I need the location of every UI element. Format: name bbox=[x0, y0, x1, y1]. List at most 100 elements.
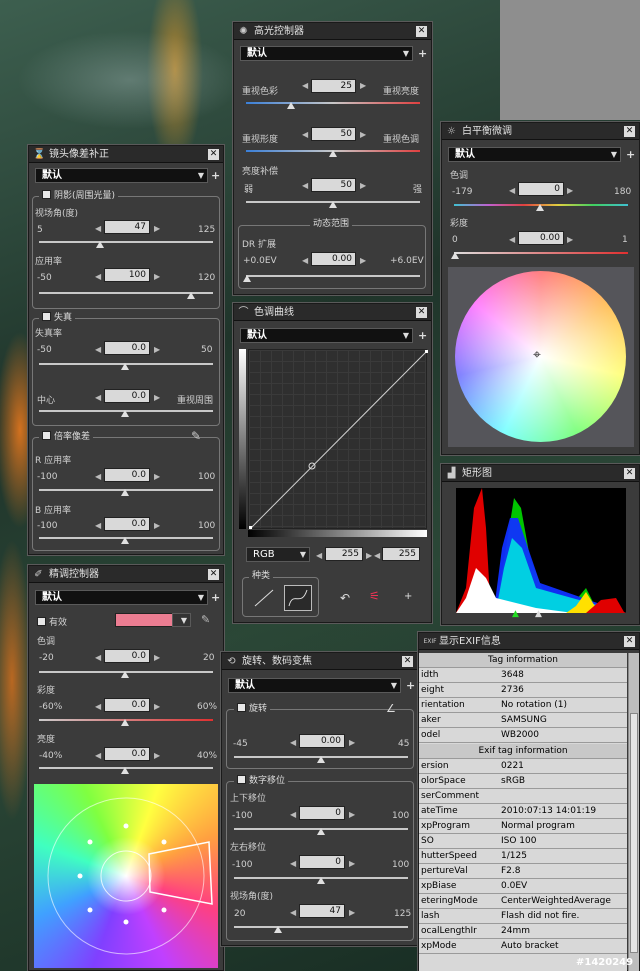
close-icon[interactable]: ✕ bbox=[416, 26, 427, 37]
slider-thumb[interactable] bbox=[536, 204, 544, 211]
r-value[interactable]: 0.0 bbox=[104, 468, 150, 482]
dropper-icon[interactable]: ✎ bbox=[201, 613, 210, 626]
black-point-marker[interactable]: ▲ bbox=[512, 609, 519, 619]
add-preset-icon[interactable]: + bbox=[418, 48, 427, 59]
close-icon[interactable]: ✕ bbox=[402, 656, 413, 667]
dr-slider[interactable] bbox=[246, 275, 420, 277]
scroll-thumb[interactable] bbox=[630, 713, 638, 953]
center-value[interactable]: 0.0 bbox=[104, 389, 150, 403]
b-value[interactable]: 0.0 bbox=[104, 517, 150, 531]
rotate-titlebar[interactable]: ⟲ 旋转、数码变焦 ✕ bbox=[222, 653, 417, 670]
fov-value[interactable]: 47 bbox=[104, 220, 150, 234]
distortion-checkbox[interactable]: 失真 bbox=[39, 312, 76, 324]
histogram-titlebar[interactable]: ▟ 矩形图 ✕ bbox=[442, 465, 639, 482]
rotate-title: 旋转、数码变焦 bbox=[242, 656, 312, 667]
slider-thumb[interactable] bbox=[451, 252, 459, 259]
slider-thumb[interactable] bbox=[274, 926, 282, 933]
close-icon[interactable]: ✕ bbox=[624, 636, 635, 647]
wb-titlebar[interactable]: ☼ 白平衡微调 ✕ bbox=[442, 123, 639, 140]
curve-graph[interactable] bbox=[248, 349, 428, 530]
add-point-icon[interactable]: + bbox=[404, 591, 412, 602]
lens-titlebar[interactable]: ⌛ 镜头像差补正 ✕ bbox=[29, 146, 223, 163]
channel-select[interactable]: RGB ▼ bbox=[246, 547, 310, 562]
tone-curve-titlebar[interactable]: ⌒ 色调曲线 ✕ bbox=[234, 304, 431, 321]
highlight-titlebar[interactable]: ✺ 高光控制器 ✕ bbox=[234, 23, 431, 40]
color-priority-slider[interactable] bbox=[246, 102, 420, 104]
highlight-preset-select[interactable]: 默认 ▼ bbox=[240, 46, 413, 61]
fine-saturation-value[interactable]: 0.0 bbox=[104, 698, 150, 712]
swatch-dropdown[interactable]: ▼ bbox=[172, 613, 191, 627]
saturation-priority-value[interactable]: 50 bbox=[311, 127, 356, 141]
slider-thumb[interactable] bbox=[287, 102, 295, 109]
fine-titlebar[interactable]: ✐ 精调控制器 ✕ bbox=[29, 566, 223, 583]
exif-scrollbar[interactable] bbox=[628, 653, 639, 971]
curve-preset-select[interactable]: 默认 ▼ bbox=[240, 328, 413, 343]
input-value[interactable]: 255 bbox=[325, 547, 363, 561]
lens-preset-select[interactable]: 默认 ▼ bbox=[35, 168, 208, 183]
fov-slider[interactable] bbox=[39, 241, 213, 243]
dropper-icon[interactable]: ✎ bbox=[191, 429, 201, 443]
wb-preset-select[interactable]: 默认 ▼ bbox=[448, 147, 621, 162]
exif-row: eight 2736 bbox=[419, 683, 627, 698]
horizontal-value[interactable]: 0 bbox=[299, 855, 345, 869]
shift-checkbox[interactable]: 数字移位 bbox=[234, 775, 289, 787]
close-icon[interactable]: ✕ bbox=[624, 126, 635, 137]
dr-value[interactable]: 0.00 bbox=[311, 252, 356, 266]
brightness-comp-value[interactable]: 50 bbox=[311, 178, 356, 192]
add-preset-icon[interactable]: + bbox=[211, 170, 220, 181]
rotate-value[interactable]: 0.00 bbox=[299, 734, 345, 748]
slider-thumb[interactable] bbox=[121, 767, 129, 774]
luminance-value[interactable]: 0.0 bbox=[104, 747, 150, 761]
slider-thumb[interactable] bbox=[121, 410, 129, 417]
vertical-value[interactable]: 0 bbox=[299, 806, 345, 820]
angle-icon[interactable]: ∠ bbox=[386, 702, 396, 715]
slider-thumb[interactable] bbox=[317, 877, 325, 884]
hue-value[interactable]: 0.0 bbox=[104, 649, 150, 663]
slider-thumb[interactable] bbox=[96, 241, 104, 248]
add-preset-icon[interactable]: + bbox=[418, 330, 427, 341]
fine-color-wheel[interactable] bbox=[34, 784, 218, 968]
saturation-value[interactable]: 0.00 bbox=[518, 231, 564, 245]
rate-value[interactable]: 100 bbox=[104, 268, 150, 282]
add-preset-icon[interactable]: + bbox=[211, 592, 220, 603]
slider-thumb[interactable] bbox=[317, 756, 325, 763]
slider-thumb[interactable] bbox=[187, 292, 195, 299]
linear-curve-icon[interactable] bbox=[250, 585, 278, 611]
close-icon[interactable]: ✕ bbox=[208, 569, 219, 580]
add-preset-icon[interactable]: + bbox=[626, 149, 635, 160]
rotate-panel: ⟲ 旋转、数码变焦 ✕ 默认 ▼ + 旋转 ∠ -45 45 ◀ 0.00 ▶ 数字移位 … bbox=[220, 651, 419, 947]
rotate-preset-select[interactable]: 默认 ▼ bbox=[228, 678, 401, 693]
fine-preset-select[interactable]: 默认 ▼ bbox=[35, 590, 208, 605]
distortion-value[interactable]: 0.0 bbox=[104, 341, 150, 355]
chromatic-checkbox[interactable]: 倍率像差 bbox=[39, 431, 94, 443]
white-point-marker[interactable]: ▲ bbox=[535, 609, 542, 619]
slider-thumb[interactable] bbox=[317, 828, 325, 835]
add-preset-icon[interactable]: + bbox=[406, 680, 415, 691]
crosshair-icon[interactable]: ⌖ bbox=[533, 347, 541, 363]
exif-titlebar[interactable]: EXIF 显示EXIF信息 ✕ bbox=[419, 633, 639, 650]
slider-thumb[interactable] bbox=[329, 201, 337, 208]
enabled-checkbox[interactable]: 有效 bbox=[37, 615, 67, 628]
zoom-fov-slider[interactable] bbox=[234, 926, 408, 928]
color-priority-value[interactable]: 25 bbox=[311, 79, 356, 93]
saturation-slider[interactable] bbox=[454, 252, 628, 254]
slider-thumb[interactable] bbox=[329, 150, 337, 157]
slider-thumb[interactable] bbox=[121, 489, 129, 496]
slider-thumb[interactable] bbox=[243, 275, 251, 282]
close-icon[interactable]: ✕ bbox=[624, 468, 635, 479]
close-icon[interactable]: ✕ bbox=[416, 307, 427, 318]
vignette-checkbox[interactable]: 阴影(周围光量) bbox=[39, 190, 119, 202]
slider-thumb[interactable] bbox=[121, 671, 129, 678]
output-value[interactable]: 255 bbox=[382, 547, 420, 561]
rotate-checkbox[interactable]: 旋转 bbox=[234, 703, 271, 715]
tint-value[interactable]: 0 bbox=[518, 182, 564, 196]
slider-thumb[interactable] bbox=[121, 363, 129, 370]
auto-curve-icon[interactable]: ⚟ bbox=[369, 589, 380, 603]
slider-thumb[interactable] bbox=[121, 719, 129, 726]
slider-thumb[interactable] bbox=[121, 537, 129, 544]
smooth-curve-icon[interactable] bbox=[284, 585, 312, 611]
zoom-fov-value[interactable]: 47 bbox=[299, 904, 345, 918]
exif-row: aker SAMSUNG bbox=[419, 713, 627, 728]
reset-curve-icon[interactable]: ↶ bbox=[340, 591, 350, 605]
close-icon[interactable]: ✕ bbox=[208, 149, 219, 160]
